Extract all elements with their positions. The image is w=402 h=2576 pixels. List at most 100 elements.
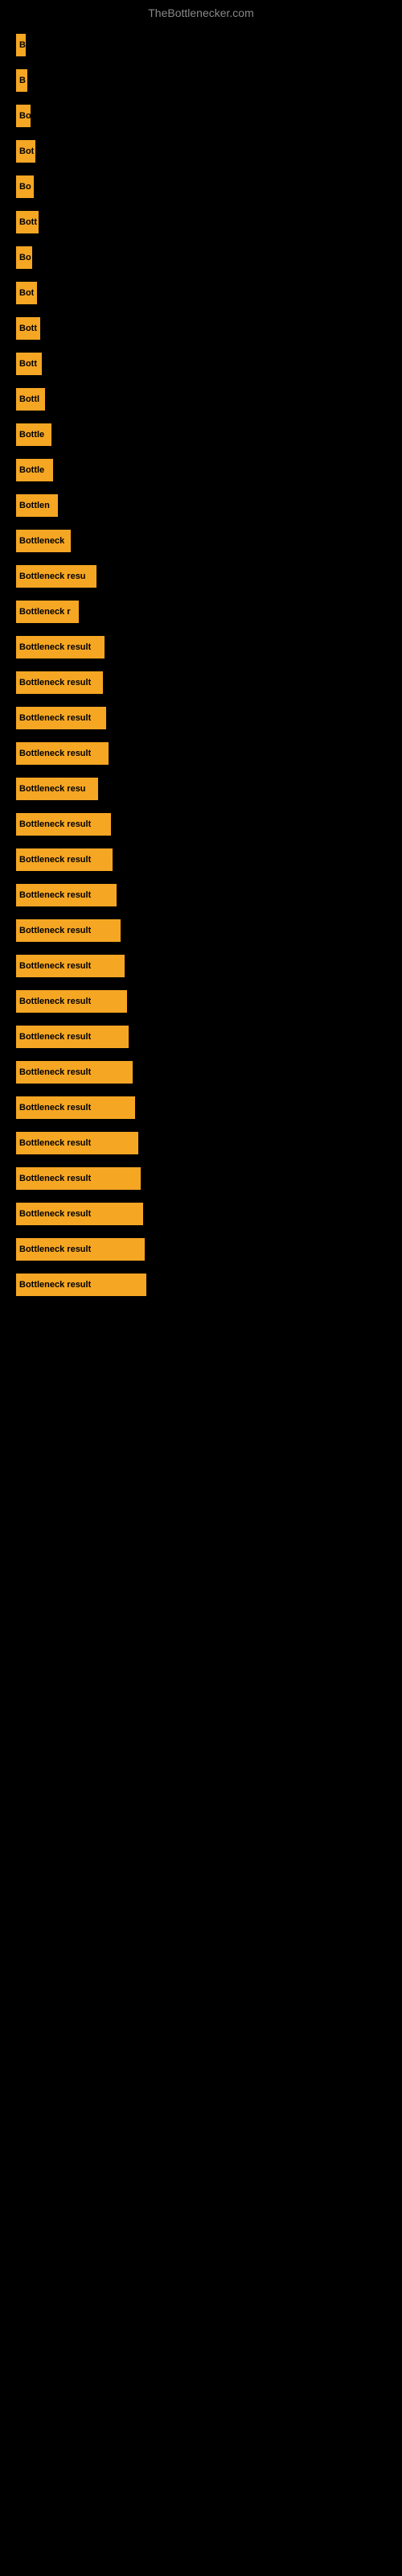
bar-label: Bottleneck result	[19, 642, 91, 652]
bar-label: Bo	[19, 111, 31, 121]
bar-label: B‌	[19, 76, 26, 85]
bar-label: Bott	[19, 324, 37, 333]
bar-row: Bottleneck result	[16, 739, 386, 768]
bar-label: Bottleneck resu	[19, 572, 86, 581]
bar-row: B‌	[16, 66, 386, 95]
bar-label: Bo	[19, 182, 31, 192]
bar: Bottle	[16, 459, 53, 481]
bar-label: Bottlen	[19, 501, 50, 510]
bar: Bottleneck result	[16, 1132, 138, 1154]
bar-label: Bottleneck r	[19, 607, 71, 617]
bar-label: Bottleneck result	[19, 855, 91, 865]
bar-row: Bottleneck result	[16, 952, 386, 980]
bar-label: B	[19, 40, 26, 50]
bar-row: Bottleneck result	[16, 704, 386, 733]
bar-row: Bottlen	[16, 491, 386, 520]
bar: Bottleneck result	[16, 1096, 135, 1119]
bar-label: Bottleneck result	[19, 1174, 91, 1183]
bar: Bottleneck result	[16, 955, 125, 977]
bar-label: Bottleneck result	[19, 1032, 91, 1042]
bar-row: Bottleneck result	[16, 668, 386, 697]
bar-label: Bottleneck result	[19, 819, 91, 829]
bar: B	[16, 34, 26, 56]
bar-label: Bot	[19, 288, 34, 298]
bar-row: Bottleneck result	[16, 881, 386, 910]
site-title: TheBottlenecker.com	[0, 0, 402, 23]
bar: Bottleneck result	[16, 884, 117, 906]
bar-row: Bottleneck	[16, 526, 386, 555]
bars-container: B B‌ Bo Bot Bo Bott Bo Bot Bott Bott Bottl Bottle Bo…	[0, 23, 402, 1314]
bar: Bottleneck result	[16, 671, 103, 694]
bar: Bottleneck result	[16, 1061, 133, 1084]
bar-row: Bot	[16, 279, 386, 308]
bar: Bot	[16, 282, 37, 304]
bar-label: Bottleneck result	[19, 997, 91, 1006]
bar-row: Bottleneck resu	[16, 774, 386, 803]
bar-row: Bottle	[16, 420, 386, 449]
bar-row: Bottleneck result	[16, 916, 386, 945]
bar-row: B	[16, 31, 386, 60]
bar: Bottleneck result	[16, 813, 111, 836]
bar: Bottleneck result	[16, 848, 113, 871]
bar-row: Bottle	[16, 456, 386, 485]
bar-row: Bottleneck result	[16, 845, 386, 874]
bar: Bott	[16, 211, 39, 233]
bar: Bott	[16, 353, 42, 375]
bar-label: Bottleneck result	[19, 1138, 91, 1148]
bar-label: Bottleneck result	[19, 890, 91, 900]
bar-label: Bottleneck result	[19, 1103, 91, 1113]
bar: Bottleneck result	[16, 1238, 145, 1261]
bar: Bottleneck result	[16, 636, 105, 658]
bar: Bottleneck result	[16, 742, 109, 765]
bar-row: Bottl	[16, 385, 386, 414]
bar: Bottleneck resu	[16, 778, 98, 800]
bar-row: Bottleneck result	[16, 1093, 386, 1122]
bar-row: Bo	[16, 101, 386, 130]
bar: Bottleneck result	[16, 1274, 146, 1296]
bar: Bottleneck result	[16, 1026, 129, 1048]
bar-row: Bottleneck result	[16, 1022, 386, 1051]
bar-label: Bottleneck result	[19, 961, 91, 971]
bar-label: Bottleneck result	[19, 713, 91, 723]
bar-label: Bo	[19, 253, 31, 262]
bar: Bottle	[16, 423, 51, 446]
bar-row: Bottleneck resu	[16, 562, 386, 591]
bar-label: Bottleneck result	[19, 1067, 91, 1077]
bar-row: Bottleneck result	[16, 1058, 386, 1087]
bar: Bot	[16, 140, 35, 163]
bar: Bottleneck result	[16, 707, 106, 729]
bar-row: Bottleneck result	[16, 1235, 386, 1264]
bar-row: Bottleneck r	[16, 597, 386, 626]
bar-label: Bottleneck result	[19, 749, 91, 758]
bar-row: Bott	[16, 314, 386, 343]
bar-label: Bottleneck	[19, 536, 64, 546]
bar: Bott	[16, 317, 40, 340]
bar: Bottlen	[16, 494, 58, 517]
bar-label: Bottleneck result	[19, 1209, 91, 1219]
bar-label: Bottle	[19, 430, 44, 440]
bar: Bottleneck result	[16, 1167, 141, 1190]
bar: Bo	[16, 175, 34, 198]
bar-label: Bottle	[19, 465, 44, 475]
bar-row: Bottleneck result	[16, 633, 386, 662]
bar-label: Bottl	[19, 394, 39, 404]
bar-row: Bott	[16, 208, 386, 237]
bar-label: Bott	[19, 217, 37, 227]
bar-label: Bottleneck result	[19, 1280, 91, 1290]
bar-row: Bo	[16, 243, 386, 272]
bar: Bottleneck result	[16, 919, 121, 942]
bar-label: Bot	[19, 147, 34, 156]
bar-row: Bo	[16, 172, 386, 201]
bar: Bottleneck r	[16, 601, 79, 623]
bar-row: Bottleneck result	[16, 810, 386, 839]
bar: B‌	[16, 69, 27, 92]
bar: Bottleneck resu	[16, 565, 96, 588]
bar-label: Bottleneck result	[19, 926, 91, 935]
bar-row: Bot	[16, 137, 386, 166]
bar: Bottleneck	[16, 530, 71, 552]
bar: Bottleneck result	[16, 1203, 143, 1225]
bar-row: Bottleneck result	[16, 987, 386, 1016]
bar-label: Bottleneck result	[19, 1245, 91, 1254]
bar: Bo	[16, 105, 31, 127]
bar: Bottl	[16, 388, 45, 411]
